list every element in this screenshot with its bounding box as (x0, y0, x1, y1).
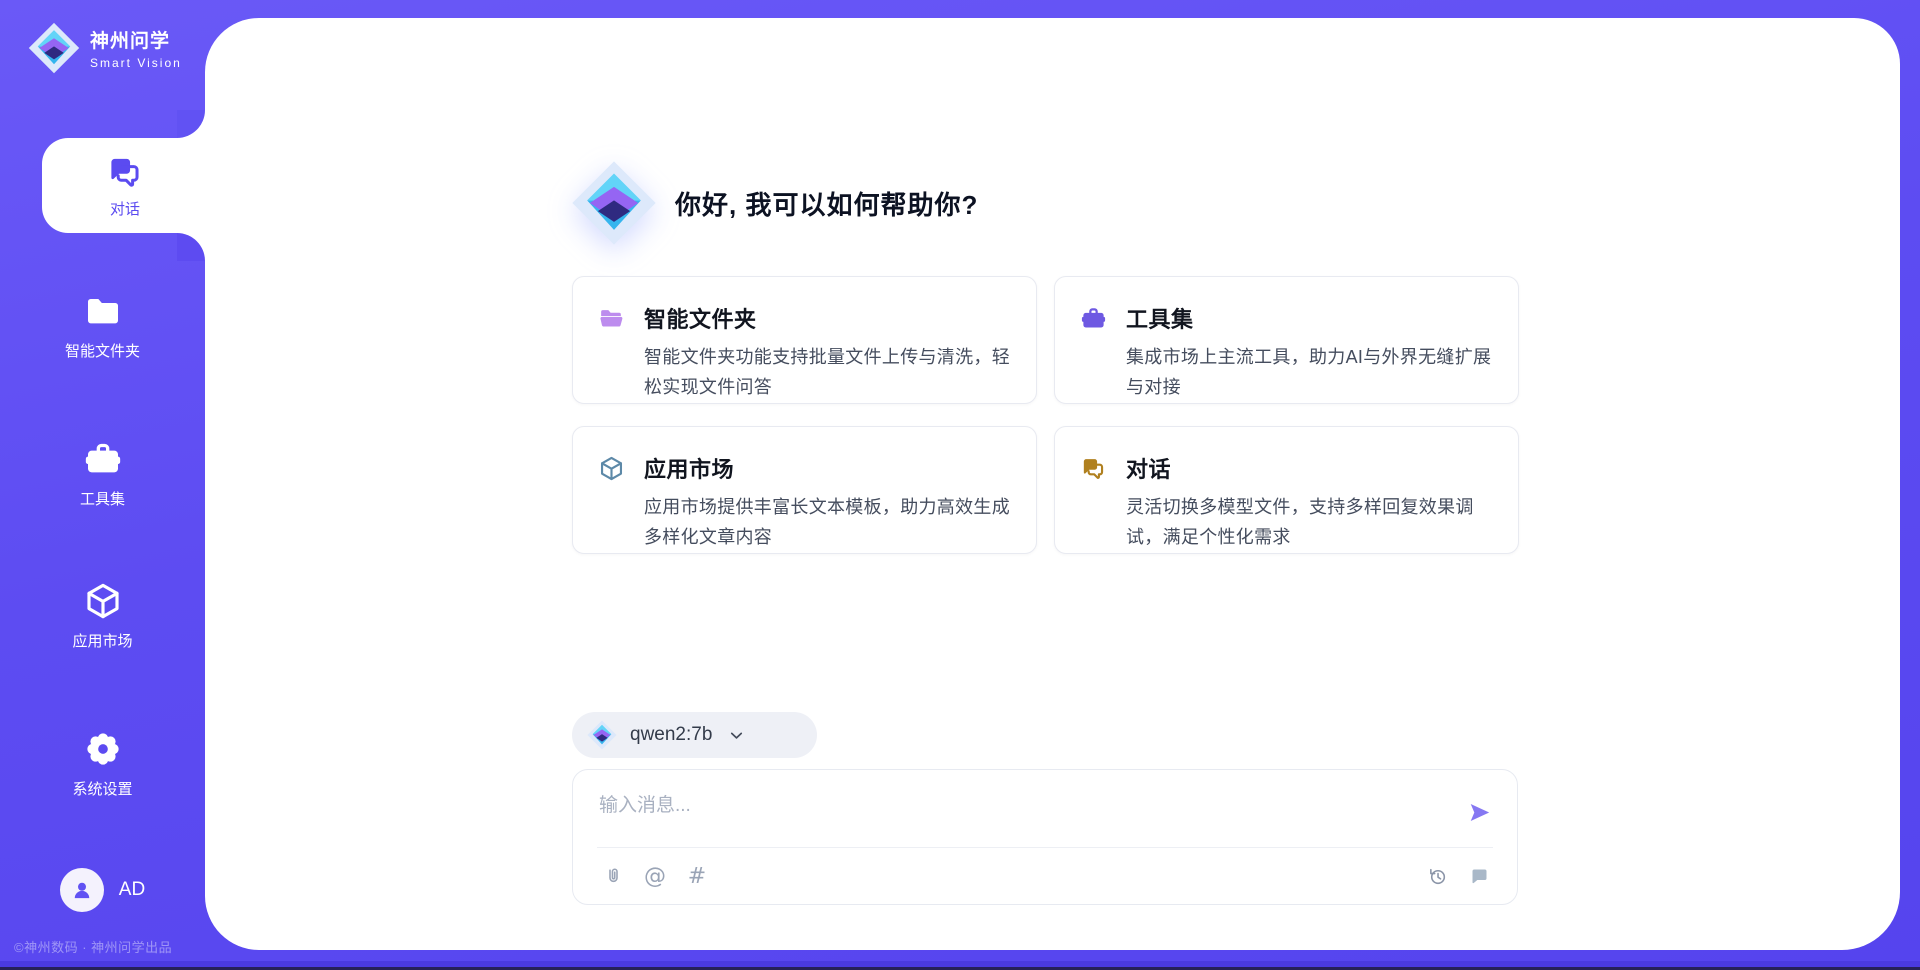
hero-header: 你好, 我可以如何帮助你? (571, 160, 978, 246)
hash-icon: # (688, 864, 706, 889)
hero-logo-icon (571, 160, 657, 246)
history-icon (1427, 866, 1448, 887)
sidebar-item-app-market[interactable]: 应用市场 (0, 581, 205, 651)
sidebar-item-label: 应用市场 (72, 630, 132, 651)
user-menu[interactable]: AD (0, 868, 205, 912)
model-name: qwen2:7b (630, 724, 712, 746)
card-toolset[interactable]: 工具集 集成市场上主流工具，助力AI与外界无缝扩展与对接 (1054, 276, 1519, 404)
brand-text: 神州问学 Smart Vision (90, 26, 182, 70)
sidebar: 神州问学 Smart Vision 对话 智能文件夹 (0, 0, 205, 970)
sidebar-item-label: 对话 (110, 198, 140, 219)
cube-icon (83, 581, 123, 621)
briefcase-icon (83, 439, 123, 479)
at-icon: @ (644, 864, 666, 889)
chat-bubbles-icon (106, 153, 144, 191)
chevron-down-icon (727, 726, 746, 745)
card-description: 智能文件夹功能支持批量文件上传与清洗，轻松实现文件问答 (644, 342, 1010, 402)
person-icon (69, 877, 95, 903)
history-button[interactable] (1421, 860, 1453, 892)
chat-bubbles-icon (1080, 455, 1107, 482)
message-input-box: @ # (572, 769, 1518, 905)
card-title: 应用市场 (644, 452, 734, 484)
paperclip-icon (603, 866, 624, 887)
avatar (60, 868, 104, 912)
main-panel: 你好, 我可以如何帮助你? 智能文件夹 智能文件夹功能支持批量文件上传与清洗，轻… (205, 18, 1900, 950)
sidebar-item-settings[interactable]: 系统设置 (0, 729, 205, 799)
card-title: 工具集 (1126, 302, 1194, 334)
message-input[interactable] (599, 786, 1419, 826)
card-header: 对话 (1080, 452, 1492, 484)
card-description: 应用市场提供丰富长文本模板，助力高效生成多样化文章内容 (644, 492, 1010, 552)
card-header: 工具集 (1080, 302, 1492, 334)
sidebar-item-toolset[interactable]: 工具集 (0, 439, 205, 509)
chat-filled-icon (1469, 866, 1490, 887)
send-icon (1466, 799, 1493, 826)
hash-button[interactable]: # (681, 860, 713, 892)
card-header: 应用市场 (598, 452, 1010, 484)
brand-subtitle: Smart Vision (90, 56, 182, 70)
sidebar-copyright: ©神州数码 · 神州问学出品 (14, 937, 172, 956)
cube-icon (598, 455, 625, 482)
folder-open-icon (598, 305, 625, 332)
sidebar-item-label: 工具集 (80, 488, 125, 509)
send-button[interactable] (1463, 796, 1495, 828)
card-header: 智能文件夹 (598, 302, 1010, 334)
attach-button[interactable] (597, 860, 629, 892)
gear-icon (83, 729, 123, 769)
brand: 神州问学 Smart Vision (28, 22, 182, 74)
model-logo-icon (587, 720, 617, 750)
tab-curve-top (177, 110, 205, 138)
sidebar-item-label: 智能文件夹 (65, 340, 140, 361)
brand-logo-icon (28, 22, 80, 74)
card-smart-folder[interactable]: 智能文件夹 智能文件夹功能支持批量文件上传与清洗，轻松实现文件问答 (572, 276, 1037, 404)
feature-cards: 智能文件夹 智能文件夹功能支持批量文件上传与清洗，轻松实现文件问答 工具集 (572, 276, 1519, 554)
greeting-title: 你好, 我可以如何帮助你? (675, 185, 978, 222)
app: 神州问学 Smart Vision 对话 智能文件夹 (0, 0, 1920, 970)
sidebar-item-smart-folder[interactable]: 智能文件夹 (0, 291, 205, 361)
mention-button[interactable]: @ (639, 860, 671, 892)
tab-curve-bottom (177, 233, 205, 261)
card-description: 灵活切换多模型文件，支持多样回复效果调试，满足个性化需求 (1126, 492, 1492, 552)
quick-chat-button[interactable] (1463, 860, 1495, 892)
model-selector[interactable]: qwen2:7b (572, 712, 817, 758)
card-title: 对话 (1126, 452, 1171, 484)
briefcase-icon (1080, 305, 1107, 332)
sidebar-item-chat[interactable]: 对话 (42, 138, 208, 233)
card-chat[interactable]: 对话 灵活切换多模型文件，支持多样回复效果调试，满足个性化需求 (1054, 426, 1519, 554)
card-title: 智能文件夹 (644, 302, 757, 334)
user-name: AD (119, 879, 145, 901)
folder-icon (83, 291, 123, 331)
card-app-market[interactable]: 应用市场 应用市场提供丰富长文本模板，助力高效生成多样化文章内容 (572, 426, 1037, 554)
composer-toolbar: @ # (597, 848, 1495, 904)
brand-name: 神州问学 (90, 26, 182, 53)
sidebar-item-label: 系统设置 (72, 778, 132, 799)
card-description: 集成市场上主流工具，助力AI与外界无缝扩展与对接 (1126, 342, 1492, 402)
